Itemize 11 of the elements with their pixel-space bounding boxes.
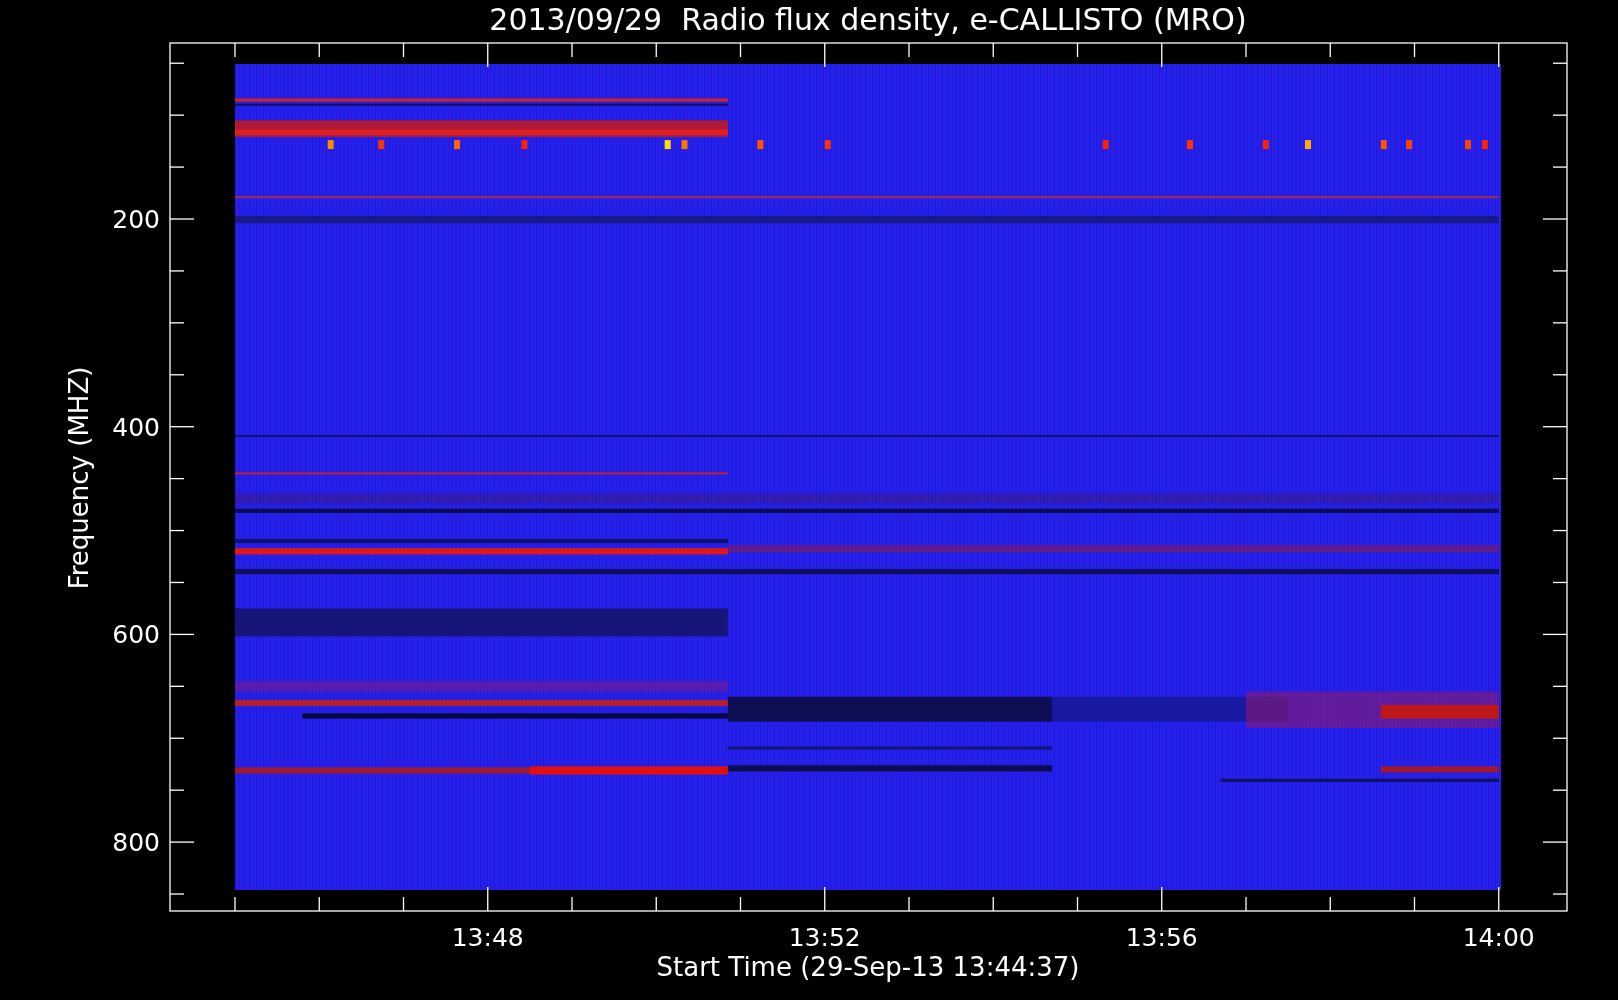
tick-label: 13:52 — [788, 923, 861, 952]
tick-label: 600 — [112, 620, 160, 650]
tick-label: 13:48 — [451, 923, 524, 952]
chart-title: 2013/09/29 Radio flux density, e-CALLISTO (MRO) — [489, 2, 1247, 37]
axis-label: Start Time (29-Sep-13 13:44:37) — [656, 952, 1080, 982]
tick-label: 800 — [112, 828, 160, 858]
tick-label: 200 — [112, 205, 160, 234]
tick-label: 13:56 — [1125, 923, 1198, 952]
tick-label: 400 — [112, 412, 160, 442]
tick-label: 14:00 — [1462, 923, 1535, 952]
axis-label: Frequency (MHZ) — [64, 366, 94, 590]
